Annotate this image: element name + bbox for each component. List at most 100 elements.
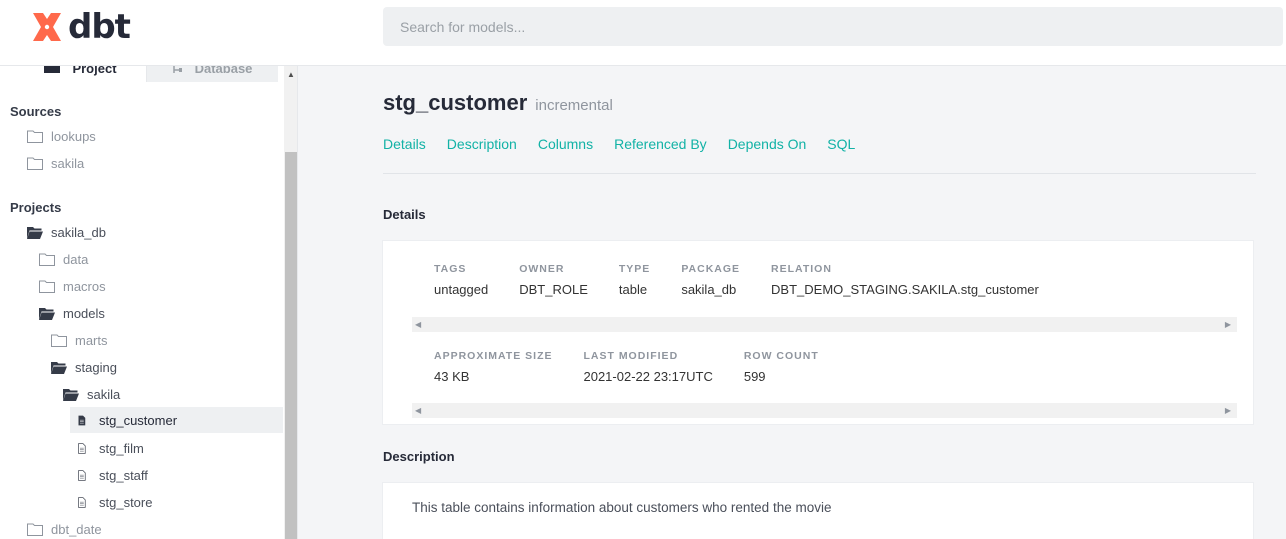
stat-label: TYPE bbox=[618, 263, 651, 275]
folder-closed-icon bbox=[27, 130, 43, 143]
search-input[interactable] bbox=[383, 7, 1283, 46]
tree-item-label: stg_customer bbox=[99, 412, 178, 428]
divider bbox=[383, 173, 1256, 174]
nav-columns[interactable]: Columns bbox=[538, 136, 593, 152]
scroll-left-arrow-icon[interactable]: ◀ bbox=[415, 403, 421, 418]
model-materialization: incremental bbox=[535, 97, 613, 114]
tree-item-label: stg_store bbox=[99, 494, 153, 510]
stat-label: TAGS bbox=[434, 263, 467, 275]
tree-item-label: marts bbox=[75, 332, 108, 348]
stat-value: 43 KB bbox=[434, 369, 470, 384]
tree-item-label: lookups bbox=[51, 128, 96, 144]
sidebar: Project Database Sources lookups sakila … bbox=[0, 66, 298, 539]
stat-label: LAST MODIFIED bbox=[583, 350, 679, 362]
details-heading: Details bbox=[383, 207, 426, 222]
scrollbar-thumb[interactable] bbox=[285, 152, 297, 539]
stat-label: APPROXIMATE SIZE bbox=[434, 350, 553, 362]
tab-project[interactable]: Project bbox=[15, 66, 147, 82]
stat-label: OWNER bbox=[519, 263, 565, 275]
tree-item-models[interactable]: models bbox=[39, 300, 105, 326]
stat-row-count: ROW COUNT 599 bbox=[744, 350, 819, 384]
tree-item-sakila[interactable]: sakila bbox=[63, 381, 120, 407]
tree-item-stg-film[interactable]: stg_film bbox=[77, 435, 144, 461]
details-row-2: APPROXIMATE SIZE 43 KB LAST MODIFIED 202… bbox=[434, 350, 850, 384]
tree-item-label: data bbox=[63, 251, 89, 267]
sidebar-scrollbar[interactable]: ▲ bbox=[284, 66, 297, 539]
tab-project-label: Project bbox=[72, 66, 117, 76]
stat-value: 599 bbox=[743, 369, 766, 384]
tree-item-label: staging bbox=[75, 359, 117, 375]
projects-heading: Projects bbox=[10, 200, 62, 215]
stat-value: DBT_ROLE bbox=[519, 282, 588, 297]
sidebar-tabs: Project Database bbox=[15, 66, 278, 82]
tree-item-sakila-source[interactable]: sakila bbox=[27, 150, 84, 176]
scroll-up-arrow-icon[interactable]: ▲ bbox=[284, 68, 297, 82]
description-heading: Description bbox=[383, 449, 455, 464]
tree-item-label: sakila_db bbox=[51, 224, 106, 240]
stat-value: table bbox=[618, 282, 648, 297]
tree-item-staging[interactable]: staging bbox=[51, 354, 117, 380]
section-nav: Details Description Columns Referenced B… bbox=[383, 136, 876, 152]
dbt-logo-icon bbox=[33, 13, 61, 41]
stat-value: untagged bbox=[434, 282, 489, 297]
stat-type: TYPE table bbox=[619, 263, 650, 297]
folder-closed-icon bbox=[51, 334, 67, 347]
tree-item-label: macros bbox=[63, 278, 106, 294]
stat-package: PACKAGE sakila_db bbox=[681, 263, 740, 297]
description-card: This table contains information about cu… bbox=[382, 482, 1254, 539]
tree-item-label: stg_film bbox=[99, 440, 144, 456]
tree-item-macros[interactable]: macros bbox=[39, 273, 106, 299]
tab-database[interactable]: Database bbox=[147, 66, 278, 82]
tree-item-stg-customer[interactable]: stg_customer bbox=[70, 407, 283, 433]
tree-item-data[interactable]: data bbox=[39, 246, 88, 272]
top-header: dbt bbox=[0, 0, 1286, 66]
tree-item-lookups[interactable]: lookups bbox=[27, 123, 96, 149]
tree-item-label: sakila bbox=[51, 155, 85, 171]
stat-tags: TAGS untagged bbox=[434, 263, 488, 297]
stat-approximate-size: APPROXIMATE SIZE 43 KB bbox=[434, 350, 552, 384]
nav-referenced-by[interactable]: Referenced By bbox=[614, 136, 707, 152]
folder-closed-icon bbox=[27, 523, 43, 536]
folder-closed-icon bbox=[39, 253, 55, 266]
horizontal-scrollbar[interactable]: ◀ ▶ bbox=[412, 317, 1237, 332]
dbt-logo[interactable]: dbt bbox=[29, 9, 131, 45]
scroll-left-arrow-icon[interactable]: ◀ bbox=[415, 317, 421, 332]
folder-closed-icon bbox=[27, 157, 43, 170]
stat-value: DBT_DEMO_STAGING.SAKILA.stg_customer bbox=[771, 282, 1039, 297]
tree-item-stg-store[interactable]: stg_store bbox=[77, 489, 152, 515]
tree-item-label: sakila bbox=[87, 386, 121, 402]
details-card: TAGS untagged OWNER DBT_ROLE TYPE table … bbox=[382, 240, 1254, 425]
nav-depends-on[interactable]: Depends On bbox=[728, 136, 807, 152]
stat-label: PACKAGE bbox=[681, 263, 741, 275]
file-icon bbox=[78, 415, 86, 425]
nav-sql[interactable]: SQL bbox=[827, 136, 855, 152]
nav-details[interactable]: Details bbox=[383, 136, 426, 152]
page-title: stg_customer incremental bbox=[383, 90, 613, 116]
stat-relation: RELATION DBT_DEMO_STAGING.SAKILA.stg_cus… bbox=[771, 263, 1039, 297]
tree-item-label: dbt_date bbox=[51, 521, 102, 537]
folder-icon bbox=[44, 66, 61, 76]
file-icon bbox=[78, 496, 86, 508]
description-text: This table contains information about cu… bbox=[412, 500, 832, 515]
file-icon bbox=[78, 442, 86, 454]
details-row-1: TAGS untagged OWNER DBT_ROLE TYPE table … bbox=[434, 263, 1070, 297]
folder-open-icon bbox=[27, 226, 43, 239]
tree-item-dbt-date[interactable]: dbt_date bbox=[27, 516, 102, 539]
stat-label: ROW COUNT bbox=[743, 350, 819, 362]
model-name: stg_customer bbox=[383, 90, 528, 115]
tab-database-label: Database bbox=[194, 66, 253, 76]
tree-item-sakila-db[interactable]: sakila_db bbox=[27, 219, 106, 245]
horizontal-scrollbar[interactable]: ◀ ▶ bbox=[412, 403, 1237, 418]
scroll-right-arrow-icon[interactable]: ▶ bbox=[1225, 317, 1231, 332]
scroll-right-arrow-icon[interactable]: ▶ bbox=[1225, 403, 1231, 418]
folder-open-icon bbox=[51, 361, 67, 374]
main-content: stg_customer incremental Details Descrip… bbox=[298, 66, 1286, 539]
stat-value: 2021-02-22 23:17UTC bbox=[583, 369, 713, 384]
folder-open-icon bbox=[63, 388, 79, 401]
tree-item-marts[interactable]: marts bbox=[51, 327, 108, 353]
tree-item-stg-staff[interactable]: stg_staff bbox=[77, 462, 148, 488]
file-icon bbox=[78, 469, 86, 481]
sources-heading: Sources bbox=[10, 104, 62, 119]
folder-closed-icon bbox=[39, 280, 55, 293]
nav-description[interactable]: Description bbox=[447, 136, 517, 152]
